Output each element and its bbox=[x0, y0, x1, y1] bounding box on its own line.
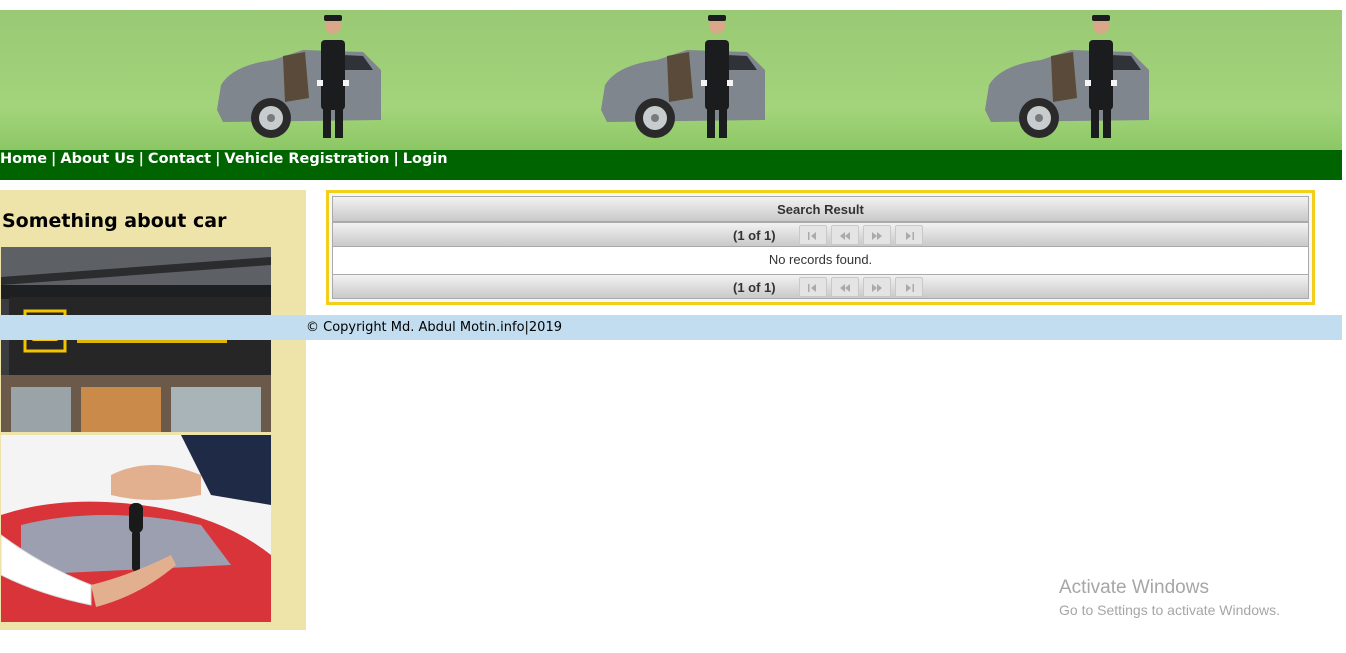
copyright-text: © Copyright Md. Abdul Motin.info|2019 bbox=[306, 320, 562, 335]
paginator-top: (1 of 1) bbox=[332, 222, 1309, 247]
sidebar-title: Something about car bbox=[2, 210, 227, 232]
nav-link-login[interactable]: Login bbox=[403, 151, 448, 167]
page-indicator: (1 of 1) bbox=[733, 228, 776, 243]
nav-link-about-us[interactable]: About Us bbox=[60, 151, 134, 167]
nav-separator: | bbox=[138, 151, 144, 167]
previous-page-icon bbox=[840, 232, 850, 240]
last-page-icon bbox=[906, 284, 914, 292]
next-page-button[interactable] bbox=[863, 277, 891, 297]
nav-separator: | bbox=[215, 151, 221, 167]
nav-link-vehicle-registration[interactable]: Vehicle Registration bbox=[224, 151, 389, 167]
first-page-button[interactable] bbox=[799, 225, 827, 245]
previous-page-button[interactable] bbox=[831, 277, 859, 297]
next-page-icon bbox=[872, 232, 882, 240]
header-banner bbox=[0, 10, 1342, 150]
activate-windows-subtitle: Go to Settings to activate Windows. bbox=[1059, 602, 1280, 618]
nav-links: Home | About Us | Contact | Vehicle Registrati… bbox=[0, 150, 448, 168]
sidebar: Something about car bbox=[0, 190, 306, 630]
result-header: Search Result bbox=[332, 196, 1309, 222]
last-page-button[interactable] bbox=[895, 225, 923, 245]
chauffeur-car-image bbox=[601, 15, 765, 138]
activate-windows-title: Activate Windows bbox=[1059, 577, 1209, 598]
nav-link-home[interactable]: Home bbox=[0, 151, 47, 167]
chauffeur-car-image bbox=[217, 15, 381, 138]
car-keys-handover-image bbox=[1, 435, 271, 622]
main-nav: Home | About Us | Contact | Vehicle Registrati… bbox=[0, 150, 1342, 180]
footer: © Copyright Md. Abdul Motin.info|2019 bbox=[0, 315, 1342, 340]
last-page-icon bbox=[906, 232, 914, 240]
next-page-icon bbox=[872, 284, 882, 292]
next-page-button[interactable] bbox=[863, 225, 891, 245]
result-title: Search Result bbox=[777, 202, 864, 217]
previous-page-icon bbox=[840, 284, 850, 292]
search-result-panel: Search Result (1 of 1) No records found.… bbox=[326, 190, 1315, 305]
chauffeur-car-image bbox=[985, 15, 1149, 138]
first-page-icon bbox=[808, 284, 816, 292]
first-page-button[interactable] bbox=[799, 277, 827, 297]
previous-page-button[interactable] bbox=[831, 225, 859, 245]
nav-separator: | bbox=[51, 151, 57, 167]
nav-link-contact[interactable]: Contact bbox=[148, 151, 211, 167]
nav-separator: | bbox=[393, 151, 399, 167]
page-indicator: (1 of 1) bbox=[733, 280, 776, 295]
paginator-bottom: (1 of 1) bbox=[332, 274, 1309, 299]
last-page-button[interactable] bbox=[895, 277, 923, 297]
empty-message: No records found. bbox=[332, 247, 1309, 274]
first-page-icon bbox=[808, 232, 816, 240]
